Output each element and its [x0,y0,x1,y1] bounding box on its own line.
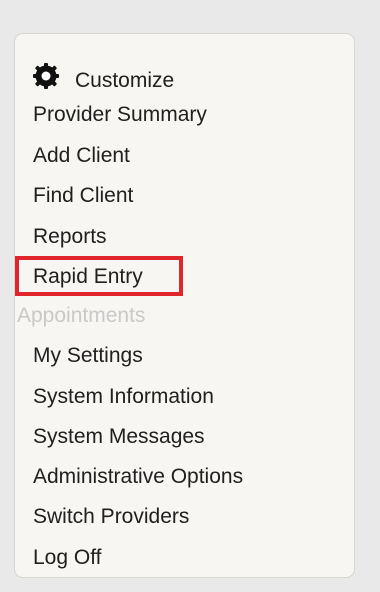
customize-menu-item[interactable]: Customize [33,57,174,92]
menu-item-switch-providers[interactable]: Switch Providers [33,505,189,529]
menu-item-my-settings[interactable]: My Settings [33,344,143,368]
customize-label: Customize [75,69,175,92]
menu-item-administrative-options[interactable]: Administrative Options [33,465,243,489]
menu-item-log-off[interactable]: Log Off [33,546,102,570]
menu-item-system-information[interactable]: System Information [33,385,214,409]
menu-item-appointments: Appointments [17,304,146,327]
menu-item-reports[interactable]: Reports [33,225,107,249]
gear-icon [33,63,59,89]
menu-item-system-messages[interactable]: System Messages [33,425,205,449]
menu-item-provider-summary[interactable]: Provider Summary [33,103,207,127]
menu-item-rapid-entry[interactable]: Rapid Entry [33,265,143,289]
navigation-menu-panel: Customize Provider Summary Add Client Fi… [14,33,355,578]
navigation-menu-list: Customize Provider Summary Add Client Fi… [15,34,354,577]
menu-item-add-client[interactable]: Add Client [33,144,130,168]
menu-item-find-client[interactable]: Find Client [33,184,133,208]
